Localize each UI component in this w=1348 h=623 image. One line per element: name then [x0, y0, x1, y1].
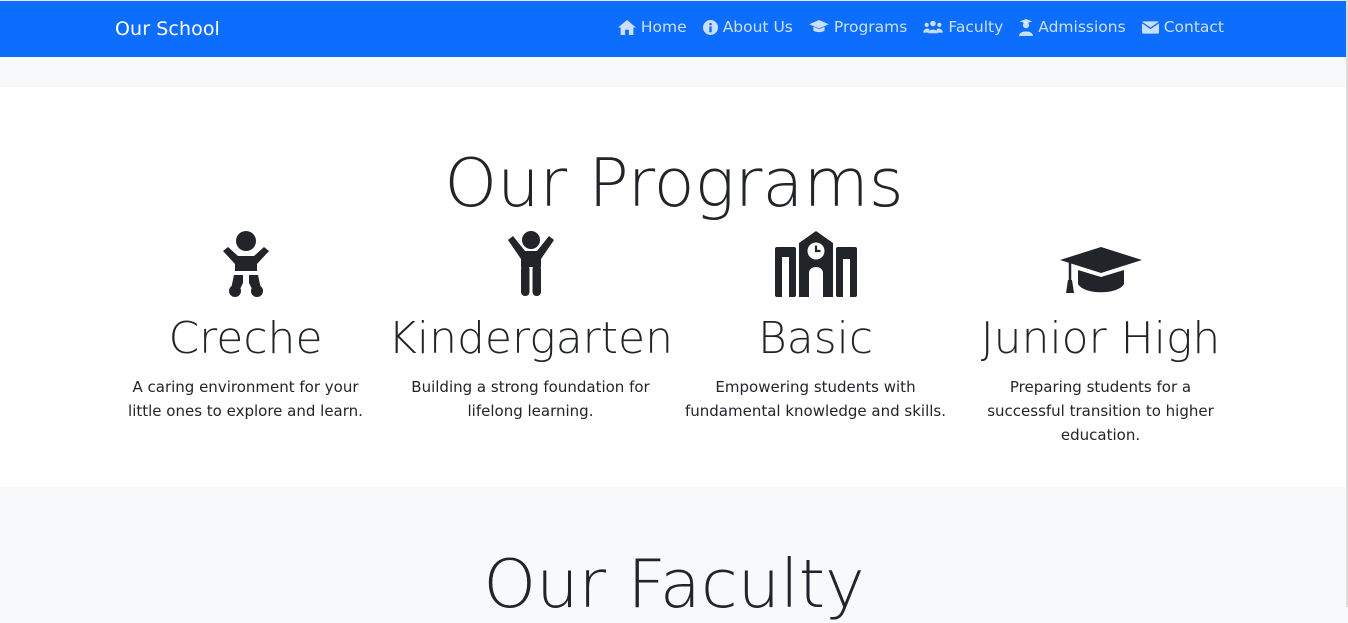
programs-section: Our Programs Creche A caring environment… [0, 87, 1348, 487]
nav-item-faculty[interactable]: Faculty [923, 18, 1003, 36]
info-circle-icon [702, 19, 718, 35]
program-name-kindergarten: Kindergarten [388, 313, 673, 364]
nav-item-contact[interactable]: Contact [1141, 18, 1224, 36]
program-description-basic: Empowering students with fundamental kno… [684, 378, 946, 420]
nav-item-about[interactable]: About Us [702, 18, 793, 36]
navbar: Our School Home About Us Programs Facult… [0, 0, 1348, 57]
nav-item-programs-label: Programs [833, 18, 908, 36]
users-icon [923, 20, 944, 34]
nav-item-home-label: Home [640, 18, 687, 36]
nav-item-contact-label: Contact [1163, 18, 1224, 36]
program-name-basic: Basic [757, 313, 874, 364]
program-card-kindergarten: Kindergarten Building a strong foundatio… [388, 227, 673, 423]
nav-links: Home About Us Programs Faculty Admission… [617, 18, 1224, 36]
nav-item-home[interactable]: Home [617, 18, 687, 36]
user-graduate-icon [1019, 18, 1034, 36]
program-name-creche: Creche [168, 313, 323, 364]
program-description-kindergarten: Building a strong foundation for lifelon… [411, 378, 650, 420]
envelope-icon [1141, 20, 1159, 34]
school-icon [774, 231, 857, 297]
nav-item-admissions[interactable]: Admissions [1019, 18, 1126, 36]
nav-item-admissions-label: Admissions [1038, 18, 1126, 36]
program-name-junior-high: Junior High [980, 313, 1221, 364]
faculty-section: Our Faculty [0, 487, 1348, 618]
program-card-junior-high: Junior High Preparing students for a suc… [958, 227, 1243, 447]
brand-link[interactable]: Our School [115, 18, 220, 40]
programs-title: Our Programs [444, 144, 904, 222]
nav-item-programs[interactable]: Programs [809, 18, 907, 36]
program-description-creche: A caring environment for your little one… [128, 378, 363, 420]
program-card-creche: Creche A caring environment for your lit… [103, 227, 388, 423]
nav-item-faculty-label: Faculty [948, 18, 1004, 36]
nav-item-about-label: About Us [722, 18, 793, 36]
program-description-junior-high: Preparing students for a successful tran… [987, 378, 1214, 444]
graduation-cap-icon [1059, 247, 1142, 293]
faculty-title: Our Faculty [483, 545, 865, 623]
baby-icon [222, 231, 269, 297]
program-card-basic: Basic Empowering students with fundament… [673, 227, 958, 423]
graduation-cap-icon [809, 20, 829, 33]
home-icon [617, 19, 636, 35]
child-icon [507, 231, 554, 296]
